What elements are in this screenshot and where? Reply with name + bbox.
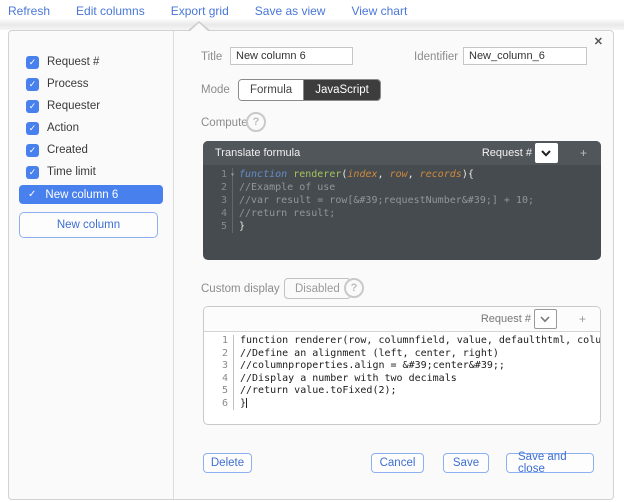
- code-line: 3//columnproperties.align = &#39;center&…: [204, 360, 600, 373]
- line-number: 3: [204, 360, 234, 373]
- cancel-button[interactable]: Cancel: [371, 453, 424, 473]
- line-number: 4: [204, 373, 234, 386]
- column-item-label: Requester: [47, 100, 100, 112]
- edit-columns-popup: ✕ ✓ Request # ✓ Process ✓ Requester ✓ Action ✓ Cr…: [8, 30, 614, 500]
- field-select-label: Request #: [482, 147, 532, 159]
- checkbox-checked-icon[interactable]: ✓: [28, 189, 36, 200]
- column-item-label: Time limit: [47, 166, 96, 178]
- column-item-request-[interactable]: ✓ Request #: [9, 51, 173, 73]
- compute-editor-header: Translate formula Request # +: [203, 141, 601, 165]
- code-line: 5//return value.toFixed(2);: [204, 385, 600, 398]
- code-line: 2//Define an alignment (left, center, ri…: [204, 348, 600, 361]
- line-number: 5: [204, 385, 234, 398]
- code-text: function renderer(index, row, records){: [233, 168, 474, 181]
- columns-sidebar: ✓ Request # ✓ Process ✓ Requester ✓ Action ✓ Crea…: [9, 31, 174, 499]
- column-item-label: Created: [47, 144, 88, 156]
- compute-editor-body[interactable]: 1▾function renderer(index, row, records)…: [203, 165, 601, 233]
- custom-display-code-editor: Request # + 1function renderer(row, colu…: [203, 306, 601, 425]
- column-item-label: Action: [47, 122, 79, 134]
- save-button[interactable]: Save: [443, 453, 489, 473]
- title-label: Title: [201, 51, 222, 63]
- code-text: //Display a number with two decimals: [234, 373, 457, 386]
- compute-help-icon[interactable]: ?: [246, 112, 266, 132]
- column-item-label: New column 6: [45, 189, 118, 201]
- line-number: 4: [203, 207, 233, 220]
- text-cursor: [246, 398, 247, 408]
- line-number: 5: [203, 220, 233, 233]
- save-and-close-button[interactable]: Save and close: [506, 453, 594, 473]
- column-list: ✓ Request # ✓ Process ✓ Requester ✓ Action ✓ Crea…: [9, 51, 173, 205]
- checkbox-checked-icon[interactable]: ✓: [26, 122, 39, 135]
- column-item-action[interactable]: ✓ Action: [9, 117, 173, 139]
- column-item-label: Request #: [47, 56, 99, 68]
- edit-columns-dialog-screen: Refresh Edit columns Export grid Save as…: [0, 0, 624, 502]
- insert-field-button[interactable]: +: [580, 146, 587, 160]
- mode-option-javascript[interactable]: JavaScript: [304, 80, 380, 100]
- code-text: function renderer(row, columnfield, valu…: [234, 335, 600, 348]
- line-number: 1: [204, 335, 234, 348]
- grid-toolbar: Refresh Edit columns Export grid Save as…: [0, 0, 624, 20]
- checkbox-checked-icon[interactable]: ✓: [26, 56, 39, 69]
- line-number: 6: [204, 398, 234, 411]
- code-line: 6}: [204, 398, 600, 411]
- line-number: 3: [203, 194, 233, 207]
- field-select-dropdown[interactable]: [535, 143, 558, 163]
- compute-code-editor: Translate formula Request # + 1▾function…: [203, 141, 601, 260]
- compute-label: Compute: [201, 117, 248, 129]
- close-icon[interactable]: ✕: [594, 35, 603, 48]
- mode-toggle: Formula JavaScript: [238, 79, 381, 101]
- line-number: 1▾: [203, 168, 233, 181]
- code-text: //columnproperties.align = &#39;center&#…: [234, 360, 505, 373]
- column-item-time-limit[interactable]: ✓ Time limit: [9, 161, 173, 183]
- code-text: //Example of use: [233, 181, 335, 194]
- custom-display-disabled-button[interactable]: Disabled: [284, 278, 351, 299]
- new-column-button[interactable]: New column: [19, 212, 158, 238]
- mode-label: Mode: [201, 84, 230, 96]
- code-line: 4//return result;: [203, 207, 601, 220]
- column-item-process[interactable]: ✓ Process: [9, 73, 173, 95]
- line-number: 2: [204, 348, 234, 361]
- chevron-down-icon: [541, 150, 551, 157]
- column-item-requester[interactable]: ✓ Requester: [9, 95, 173, 117]
- code-text: //return value.toFixed(2);: [234, 385, 397, 398]
- code-line: 3//var result = row[&#39;requestNumber&#…: [203, 194, 601, 207]
- identifier-label: Identifier: [414, 51, 458, 63]
- code-line: 1function renderer(row, columnfield, val…: [204, 335, 600, 348]
- code-line: 2//Example of use: [203, 181, 601, 194]
- identifier-input[interactable]: [463, 47, 587, 65]
- field-select-label: Request #: [481, 313, 531, 325]
- code-line: 1▾function renderer(index, row, records)…: [203, 168, 601, 181]
- field-select-dropdown[interactable]: [534, 309, 557, 329]
- custom-display-help-icon[interactable]: ?: [344, 278, 364, 298]
- custom-display-editor-body[interactable]: 1function renderer(row, columnfield, val…: [204, 332, 600, 410]
- checkbox-checked-icon[interactable]: ✓: [26, 144, 39, 157]
- chevron-down-icon: [540, 316, 550, 323]
- delete-button[interactable]: Delete: [203, 453, 252, 473]
- code-line: 5}: [203, 220, 601, 233]
- background-strip: [0, 18, 624, 30]
- fold-arrow-icon[interactable]: ▾: [230, 168, 235, 181]
- custom-display-label: Custom display: [201, 283, 280, 295]
- checkbox-checked-icon[interactable]: ✓: [26, 166, 39, 179]
- column-item-new-column-6[interactable]: ✓ New column 6: [19, 185, 163, 204]
- code-text: //Define an alignment (left, center, rig…: [234, 348, 499, 361]
- compute-editor-title: Translate formula: [215, 147, 300, 159]
- column-item-created[interactable]: ✓ Created: [9, 139, 173, 161]
- line-number: 2: [203, 181, 233, 194]
- insert-field-button[interactable]: +: [579, 312, 586, 326]
- title-input[interactable]: [230, 47, 353, 65]
- code-text: }: [233, 220, 245, 233]
- custom-display-editor-header: Request # +: [204, 307, 600, 332]
- code-text: //var result = row[&#39;requestNumber&#3…: [233, 194, 534, 207]
- checkbox-checked-icon[interactable]: ✓: [26, 78, 39, 91]
- popup-notch-fill: [189, 23, 209, 32]
- code-text: }: [234, 398, 247, 411]
- column-item-label: Process: [47, 78, 89, 90]
- code-text: //return result;: [233, 207, 335, 220]
- mode-option-formula[interactable]: Formula: [239, 80, 304, 100]
- code-line: 4//Display a number with two decimals: [204, 373, 600, 386]
- checkbox-checked-icon[interactable]: ✓: [26, 100, 39, 113]
